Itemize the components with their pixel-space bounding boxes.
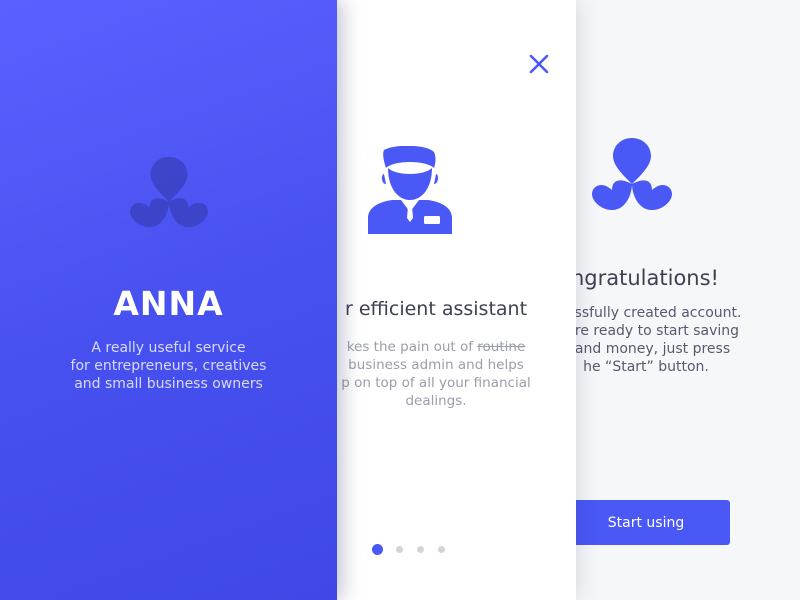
app-title: ANNA [113,284,224,323]
close-icon[interactable] [527,52,551,76]
assistant-body-line: dealings. [405,393,467,409]
start-using-button[interactable]: Start using [562,500,730,545]
assistant-screen: r efficient assistant kes the pain out o… [296,0,576,600]
assistant-body-line: kes the pain out of routine [296,338,576,356]
pagination-dot[interactable] [438,545,445,553]
tagline-line: and small business owners [74,376,263,392]
assistant-body-line: p on top of all your financial [341,375,531,391]
assistant-body-text: kes the pain out of [346,339,478,355]
pagination-dot[interactable] [417,545,424,553]
splash-screen: ANNA A really useful service for entrepr… [0,0,337,600]
pagination-dots [372,543,459,555]
assistant-body: kes the pain out of routine business adm… [296,338,576,410]
pagination-dot[interactable] [396,545,403,553]
strikethrough-text: routine [477,339,526,355]
anna-logo-icon [592,138,672,210]
person-icon [368,146,452,234]
pagination-dot-active[interactable] [372,543,383,555]
assistant-title: r efficient assistant [344,298,528,320]
anna-logo-icon [130,156,208,228]
tagline-line: A really useful service [91,340,246,356]
assistant-body-line: business admin and helps [348,357,524,373]
tagline: A really useful service for entrepreneur… [0,339,337,393]
tagline-line: for entrepreneurs, creatives [70,358,267,374]
